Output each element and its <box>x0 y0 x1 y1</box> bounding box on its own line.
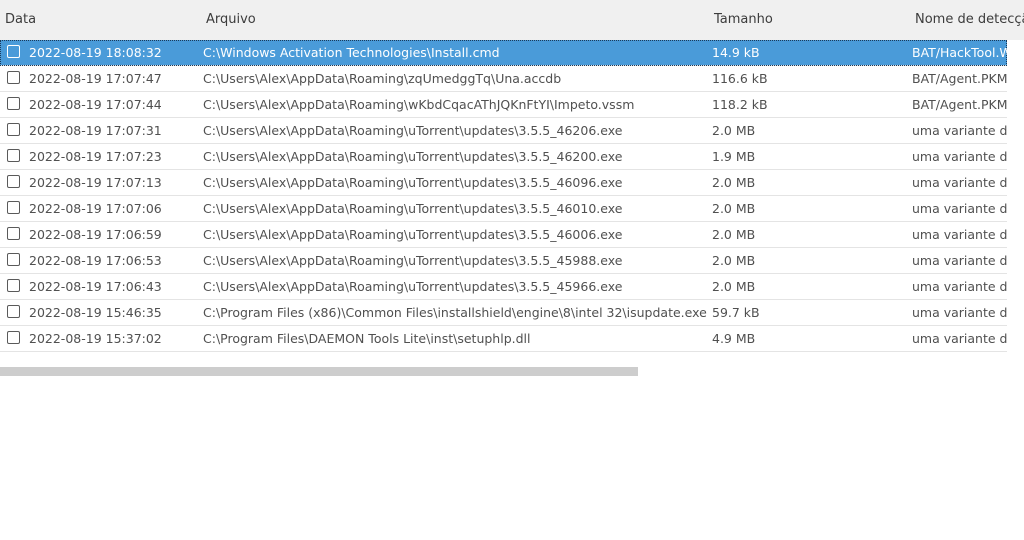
row-date: 2022-08-19 15:37:02 <box>29 331 162 346</box>
row-date: 2022-08-19 17:07:13 <box>29 175 162 190</box>
row-checkbox[interactable] <box>7 123 20 136</box>
row-file-path: C:\Users\Alex\AppData\Roaming\wKbdCqacAT… <box>203 97 635 112</box>
table-row[interactable]: 2022-08-19 17:06:59 C:\Users\Alex\AppData… <box>0 222 1007 248</box>
table-row[interactable]: 2022-08-19 17:07:47 C:\Users\Alex\AppData… <box>0 66 1007 92</box>
row-date: 2022-08-19 17:07:44 <box>29 97 162 112</box>
table-row[interactable]: 2022-08-19 15:37:02 C:\Program Files\DAEM… <box>0 326 1007 352</box>
column-header-size[interactable]: Tamanho <box>714 12 773 27</box>
column-header-file[interactable]: Arquivo <box>206 12 256 27</box>
row-date: 2022-08-19 17:06:43 <box>29 279 162 294</box>
row-date: 2022-08-19 15:46:35 <box>29 305 162 320</box>
table-row[interactable]: 2022-08-19 15:46:35 C:\Program Files (x86… <box>0 300 1007 326</box>
row-checkbox[interactable] <box>7 175 20 188</box>
row-file-path: C:\Users\Alex\AppData\Roaming\uTorrent\u… <box>203 175 623 190</box>
table-row[interactable]: 2022-08-19 17:06:43 C:\Users\Alex\AppData… <box>0 274 1007 300</box>
row-detection-name: uma variante de <box>912 331 1007 346</box>
horizontal-scrollbar-thumb[interactable] <box>0 367 638 376</box>
row-checkbox[interactable] <box>7 149 20 162</box>
row-checkbox[interactable] <box>7 97 20 110</box>
row-date: 2022-08-19 17:07:06 <box>29 201 162 216</box>
row-detection-name: uma variante de <box>912 253 1007 268</box>
row-detection-name: uma variante de <box>912 175 1007 190</box>
row-size: 2.0 MB <box>712 227 756 242</box>
row-file-path: C:\Users\Alex\AppData\Roaming\uTorrent\u… <box>203 201 623 216</box>
table-row[interactable]: 2022-08-19 17:07:23 C:\Users\Alex\AppData… <box>0 144 1007 170</box>
row-date: 2022-08-19 17:06:59 <box>29 227 162 242</box>
row-detection-name: uma variante de <box>912 149 1007 164</box>
row-size: 4.9 MB <box>712 331 756 346</box>
row-file-path: C:\Users\Alex\AppData\Roaming\uTorrent\u… <box>203 227 623 242</box>
row-detection-name: uma variante de <box>912 305 1007 320</box>
row-checkbox[interactable] <box>7 331 20 344</box>
row-detection-name: BAT/HackTool.W <box>912 45 1007 60</box>
row-file-path: C:\Windows Activation Technologies\Insta… <box>203 45 500 60</box>
row-date: 2022-08-19 17:07:23 <box>29 149 162 164</box>
row-date: 2022-08-19 17:07:47 <box>29 71 162 86</box>
row-checkbox[interactable] <box>7 71 20 84</box>
row-detection-name: uma variante de <box>912 227 1007 242</box>
row-detection-name: uma variante de <box>912 279 1007 294</box>
row-detection-name: BAT/Agent.PKM <box>912 97 1007 112</box>
row-size: 2.0 MB <box>712 175 756 190</box>
row-date: 2022-08-19 17:06:53 <box>29 253 162 268</box>
table-row[interactable]: 2022-08-19 17:07:06 C:\Users\Alex\AppData… <box>0 196 1007 222</box>
detections-table: 2022-08-19 18:08:32 C:\Windows Activation… <box>0 40 1007 352</box>
row-date: 2022-08-19 18:08:32 <box>29 45 162 60</box>
column-header-detection-name[interactable]: Nome de detecçã <box>915 12 1024 27</box>
row-file-path: C:\Users\Alex\AppData\Roaming\zqUmedggTq… <box>203 71 562 86</box>
row-file-path: C:\Users\Alex\AppData\Roaming\uTorrent\u… <box>203 123 623 138</box>
row-date: 2022-08-19 17:07:31 <box>29 123 162 138</box>
row-checkbox[interactable] <box>7 253 20 266</box>
row-size: 118.2 kB <box>712 97 768 112</box>
row-checkbox[interactable] <box>7 201 20 214</box>
row-file-path: C:\Users\Alex\AppData\Roaming\uTorrent\u… <box>203 253 623 268</box>
row-checkbox[interactable] <box>7 279 20 292</box>
row-file-path: C:\Users\Alex\AppData\Roaming\uTorrent\u… <box>203 149 623 164</box>
row-file-path: C:\Users\Alex\AppData\Roaming\uTorrent\u… <box>203 279 623 294</box>
row-checkbox[interactable] <box>7 305 20 318</box>
row-detection-name: uma variante de <box>912 201 1007 216</box>
row-size: 59.7 kB <box>712 305 760 320</box>
row-checkbox[interactable] <box>7 45 20 58</box>
table-row[interactable]: 2022-08-19 18:08:32 C:\Windows Activation… <box>0 40 1007 66</box>
row-detection-name: uma variante de <box>912 123 1007 138</box>
table-row[interactable]: 2022-08-19 17:06:53 C:\Users\Alex\AppData… <box>0 248 1007 274</box>
row-detection-name: BAT/Agent.PKM <box>912 71 1007 86</box>
row-size: 116.6 kB <box>712 71 768 86</box>
row-size: 2.0 MB <box>712 253 756 268</box>
row-file-path: C:\Program Files\DAEMON Tools Lite\inst\… <box>203 331 531 346</box>
row-checkbox[interactable] <box>7 227 20 240</box>
row-size: 14.9 kB <box>712 45 760 60</box>
table-row[interactable]: 2022-08-19 17:07:13 C:\Users\Alex\AppData… <box>0 170 1007 196</box>
row-size: 2.0 MB <box>712 279 756 294</box>
row-size: 2.0 MB <box>712 123 756 138</box>
column-header-date[interactable]: Data <box>5 12 36 27</box>
table-header: Data Arquivo Tamanho Nome de detecçã <box>0 0 1024 40</box>
row-file-path: C:\Program Files (x86)\Common Files\inst… <box>203 305 707 320</box>
row-size: 2.0 MB <box>712 201 756 216</box>
table-row[interactable]: 2022-08-19 17:07:44 C:\Users\Alex\AppData… <box>0 92 1007 118</box>
table-row[interactable]: 2022-08-19 17:07:31 C:\Users\Alex\AppData… <box>0 118 1007 144</box>
row-size: 1.9 MB <box>712 149 756 164</box>
